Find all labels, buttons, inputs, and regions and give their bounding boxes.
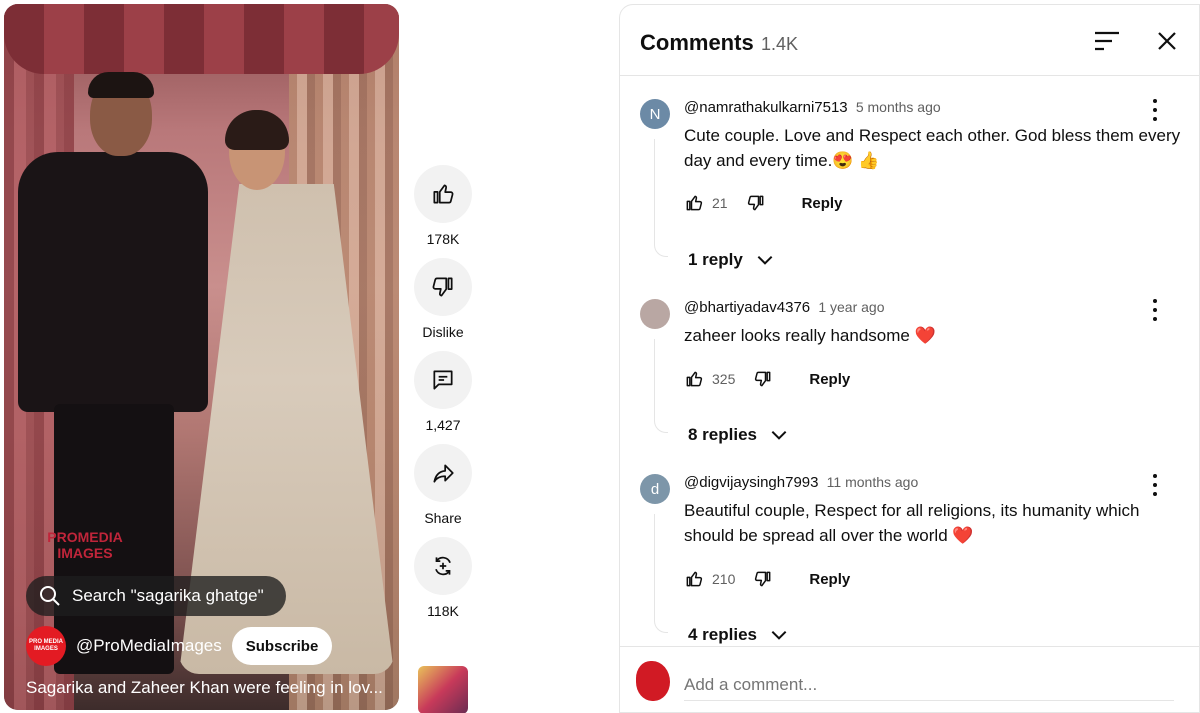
comments-action: 1,427: [413, 351, 473, 433]
comment-avatar[interactable]: N: [640, 99, 670, 129]
video-channel-row: PRO MEDIA IMAGES @ProMediaImages Subscri…: [26, 626, 333, 666]
thumbs-down-icon[interactable]: [746, 193, 766, 213]
video-watermark: PROMEDIA IMAGES: [47, 529, 123, 561]
comment-toolbar: 210 Reply: [684, 569, 850, 589]
remix-button[interactable]: [414, 537, 472, 595]
chevron-down-icon: [771, 630, 787, 640]
like-button[interactable]: [414, 165, 472, 223]
more-options-button[interactable]: [1150, 97, 1160, 123]
reply-button[interactable]: Reply: [809, 371, 850, 388]
comment-author-line: @namrathakulkarni7513 5 months ago: [684, 99, 941, 116]
comment-author-line: @bhartiyadav4376 1 year ago: [684, 299, 885, 316]
thumbs-up-icon: [433, 184, 454, 204]
comment-author-line: @digvijaysingh7993 11 months ago: [684, 474, 918, 491]
chevron-down-icon: [771, 430, 787, 440]
reply-button[interactable]: Reply: [802, 195, 843, 212]
thumbs-up-icon[interactable]: [684, 193, 704, 213]
share-action: Share: [413, 444, 473, 526]
like-action: 178K: [413, 165, 473, 247]
remix-icon: [435, 556, 451, 576]
comment-toolbar: 21 Reply: [684, 193, 842, 213]
add-comment-bar: [620, 646, 1199, 712]
thumbs-up-icon[interactable]: [684, 369, 704, 389]
comments-count: 1,427: [425, 417, 461, 433]
replies-label: 8 replies: [688, 425, 757, 444]
more-options-button[interactable]: [1150, 472, 1160, 498]
thumbs-down-icon[interactable]: [753, 369, 773, 389]
thumbs-down-icon: [432, 277, 453, 297]
comment-toolbar: 325 Reply: [684, 369, 850, 389]
comment-icon: [433, 370, 453, 390]
close-icon: [1158, 32, 1176, 50]
share-label: Share: [424, 510, 462, 526]
video-player[interactable]: PROMEDIA IMAGES Search "sagarika ghatge"…: [4, 4, 399, 710]
channel-avatar[interactable]: PRO MEDIA IMAGES: [26, 626, 66, 666]
comment-time[interactable]: 1 year ago: [818, 299, 884, 315]
replies-label: 1 reply: [688, 250, 743, 269]
comments-panel: Comments 1.4K N @namrathakulkarni7513 5 …: [619, 4, 1200, 713]
remix-count: 118K: [427, 603, 459, 619]
video-actions: 178K Dislike 1,427 Share 118K: [413, 165, 473, 630]
comment-text: Beautiful couple, Respect for all religi…: [684, 501, 1140, 545]
share-button[interactable]: [414, 444, 472, 502]
comments-title: Comments: [640, 30, 754, 55]
comment-like-count: 210: [712, 571, 736, 587]
thread-line: [654, 339, 668, 433]
comment-avatar[interactable]: [640, 299, 670, 329]
dislike-label: Dislike: [422, 324, 464, 340]
more-options-button[interactable]: [1150, 297, 1160, 323]
channel-name[interactable]: @ProMediaImages: [76, 636, 222, 656]
background-valance: [4, 4, 399, 74]
comments-button[interactable]: [414, 351, 472, 409]
comment-avatar[interactable]: d: [640, 474, 670, 504]
comments-count-label: 1.4K: [761, 34, 799, 54]
view-replies-button[interactable]: 1 reply: [688, 250, 775, 270]
comment-text: Cute couple. Love and Respect each other…: [684, 126, 1181, 170]
comments-header: Comments 1.4K: [620, 5, 1199, 76]
comment-author[interactable]: @bhartiyadav4376: [684, 299, 810, 316]
view-replies-button[interactable]: 8 replies: [688, 425, 789, 445]
add-comment-input[interactable]: [684, 669, 1174, 701]
subscribe-button[interactable]: Subscribe: [231, 627, 333, 665]
comment-text: zaheer looks really handsome ❤️: [684, 326, 936, 345]
sort-icon: [1095, 31, 1119, 51]
video-search-label: Search "sagarika ghatge": [72, 586, 264, 605]
sort-button[interactable]: [1094, 29, 1120, 58]
replies-label: 4 replies: [688, 625, 757, 644]
close-button[interactable]: [1155, 29, 1179, 58]
thread-line: [654, 514, 668, 633]
thread-line: [654, 139, 668, 257]
comment-time[interactable]: 5 months ago: [856, 99, 941, 115]
search-icon: [40, 586, 60, 606]
chevron-down-icon: [757, 255, 773, 265]
view-replies-button[interactable]: 4 replies: [688, 625, 789, 645]
comment-author[interactable]: @namrathakulkarni7513: [684, 99, 848, 116]
remix-action: 118K: [413, 537, 473, 619]
current-user-avatar: [636, 661, 670, 701]
comment-like-count: 21: [712, 195, 728, 211]
comment-author[interactable]: @digvijaysingh7993: [684, 474, 818, 491]
like-count: 178K: [426, 231, 460, 247]
thumbs-down-icon[interactable]: [753, 569, 773, 589]
thumbs-up-icon[interactable]: [684, 569, 704, 589]
sound-thumbnail[interactable]: [418, 666, 468, 713]
video-search-pill[interactable]: Search "sagarika ghatge": [26, 576, 286, 616]
comment-time[interactable]: 11 months ago: [827, 474, 919, 490]
share-icon: [433, 464, 454, 483]
video-caption[interactable]: Sagarika and Zaheer Khan were feeling in…: [26, 678, 383, 698]
reply-button[interactable]: Reply: [809, 571, 850, 588]
dislike-button[interactable]: [414, 258, 472, 316]
comment-like-count: 325: [712, 371, 736, 387]
dislike-action: Dislike: [413, 258, 473, 340]
